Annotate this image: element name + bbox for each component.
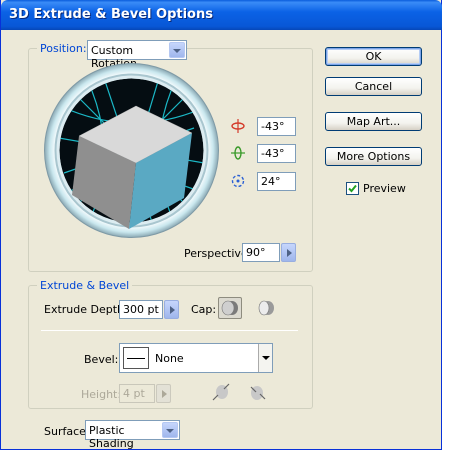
- perspective-slider-button[interactable]: [281, 243, 296, 262]
- bevel-value: None: [155, 352, 184, 365]
- y-axis-rotation-icon: [231, 146, 245, 160]
- extrude-divider: [41, 330, 298, 331]
- z-rotation-field[interactable]: [257, 172, 296, 191]
- dialog-window: 3D Extrude & Bevel Options Position: Cus…: [0, 0, 442, 450]
- window-title: 3D Extrude & Bevel Options: [9, 7, 213, 22]
- chevron-down-icon: [262, 356, 270, 360]
- trackball-graphic[interactable]: [44, 63, 219, 238]
- bevel-height-field[interactable]: [119, 384, 155, 403]
- bevel-select[interactable]: None: [119, 343, 273, 373]
- surface-label: Surface:: [44, 425, 90, 438]
- position-legend: Position:: [37, 42, 90, 55]
- extrude-bevel-legend: Extrude & Bevel: [37, 279, 133, 292]
- bevel-dropdown-button[interactable]: [258, 344, 272, 372]
- cap-on-button[interactable]: [218, 297, 242, 319]
- map-art-button[interactable]: Map Art...: [325, 112, 422, 131]
- position-preset-select[interactable]: Custom Rotation: [87, 40, 187, 70]
- bevel-in-icon[interactable]: [247, 381, 269, 403]
- cancel-button[interactable]: Cancel: [325, 77, 422, 96]
- surface-value: Plastic Shading: [89, 424, 134, 450]
- bevel-preview-swatch: [123, 347, 149, 369]
- rotation-trackball[interactable]: [44, 63, 219, 238]
- z-axis-rotation-icon: [231, 174, 245, 188]
- preview-label: Preview: [363, 182, 406, 195]
- more-options-button[interactable]: More Options: [325, 147, 422, 166]
- bevel-out-icon[interactable]: [210, 381, 232, 403]
- chevron-down-icon[interactable]: [169, 42, 185, 58]
- extrude-depth-field[interactable]: [119, 300, 163, 319]
- ok-button[interactable]: OK: [325, 47, 422, 66]
- chevron-down-icon[interactable]: [162, 422, 178, 438]
- bevel-height-slider-button[interactable]: [156, 384, 171, 403]
- preview-checkbox[interactable]: [346, 182, 359, 195]
- checkmark-icon: [348, 184, 357, 193]
- y-rotation-field[interactable]: [257, 144, 296, 163]
- perspective-field[interactable]: [242, 243, 280, 262]
- extrude-depth-label: Extrude Depth:: [44, 303, 128, 316]
- bevel-label: Bevel:: [84, 353, 119, 366]
- cap-on-icon: [221, 300, 238, 316]
- cap-off-icon[interactable]: [256, 298, 276, 318]
- x-axis-rotation-icon: [231, 119, 245, 133]
- title-bar: 3D Extrude & Bevel Options: [1, 0, 442, 30]
- surface-select[interactable]: Plastic Shading: [85, 420, 180, 450]
- height-label: Height:: [81, 388, 122, 401]
- cap-label: Cap:: [191, 303, 217, 316]
- extrude-depth-slider-button[interactable]: [164, 300, 179, 319]
- x-rotation-field[interactable]: [257, 117, 296, 136]
